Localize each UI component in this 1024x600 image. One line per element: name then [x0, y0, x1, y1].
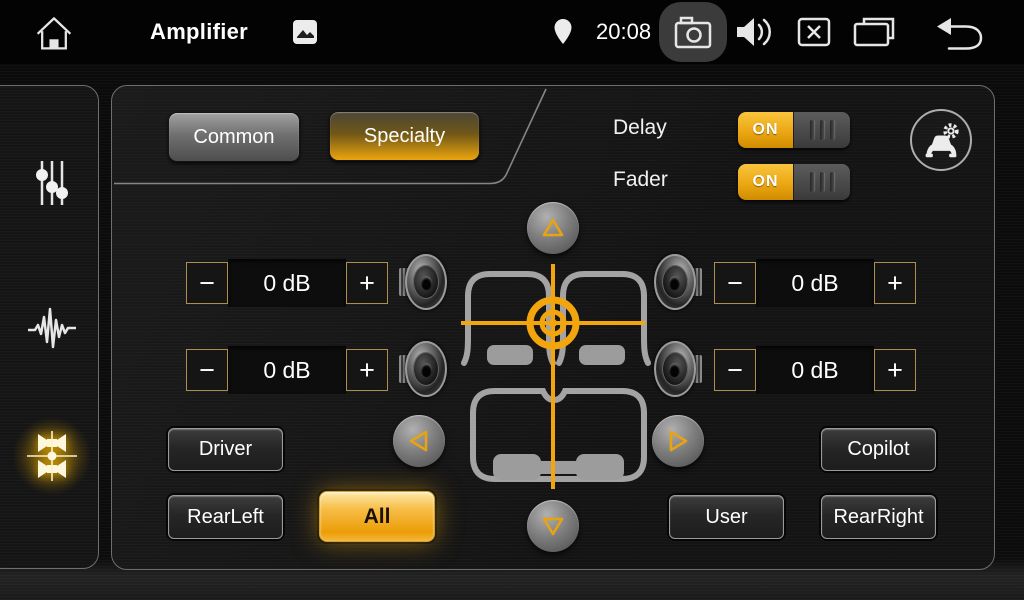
front-left-speaker-icon	[399, 254, 447, 310]
gain-front-right-minus-button[interactable]: −	[714, 262, 756, 304]
delay-toggle[interactable]: ON	[738, 112, 850, 148]
tab-specialty-label: Specialty	[364, 125, 445, 148]
gain-rear-left: − 0 dB +	[186, 346, 388, 394]
arrow-right-icon	[667, 430, 689, 452]
car-settings-button[interactable]	[910, 109, 972, 171]
gain-rear-left-plus-button[interactable]: +	[346, 349, 388, 391]
gain-rear-left-minus-button[interactable]: −	[186, 349, 228, 391]
gain-rear-left-value: 0 dB	[228, 346, 346, 394]
location-pin-icon	[553, 18, 573, 46]
arrow-up-icon	[542, 217, 564, 239]
rear-left-speaker-icon	[399, 341, 447, 397]
gain-front-right-value: 0 dB	[756, 259, 874, 307]
top-status-bar: Amplifier 20:08	[0, 0, 1024, 64]
rear-right-cushion	[576, 454, 624, 480]
tab-specialty[interactable]: Specialty	[329, 111, 480, 161]
fade-front-button[interactable]	[527, 202, 579, 254]
camera-button[interactable]	[659, 2, 727, 62]
fader-toggle[interactable]: ON	[738, 164, 850, 200]
gain-rear-right: − 0 dB +	[714, 346, 916, 394]
arrow-down-icon	[542, 515, 564, 537]
sidebar-item-equalizer[interactable]	[26, 155, 78, 211]
gain-front-left-value: 0 dB	[228, 259, 346, 307]
arrow-left-icon	[408, 430, 430, 452]
balance-left-button[interactable]	[393, 415, 445, 467]
delay-toggle-on-label: ON	[738, 112, 793, 148]
preset-driver-button[interactable]: Driver	[168, 428, 283, 471]
gallery-button[interactable]	[292, 20, 318, 44]
sidebar-item-balance-fader[interactable]	[26, 428, 78, 484]
location-button[interactable]	[552, 17, 574, 47]
tab-common[interactable]: Common	[168, 112, 300, 162]
preset-rearright-label: RearRight	[833, 506, 923, 529]
delay-label: Delay	[613, 116, 703, 140]
preset-user-label: User	[705, 506, 747, 529]
tab-common-label: Common	[193, 126, 274, 149]
amplifier-screen: Amplifier 20:08	[0, 0, 1024, 600]
rear-left-cushion	[493, 454, 541, 480]
preset-driver-label: Driver	[199, 438, 252, 461]
fader-label: Fader	[613, 168, 703, 192]
volume-button[interactable]	[733, 16, 775, 48]
car-seat-map	[441, 251, 671, 501]
balance-icon	[26, 430, 78, 482]
preset-rearleft-label: RearLeft	[187, 506, 264, 529]
balance-right-button[interactable]	[652, 415, 704, 467]
audio-sidebar	[0, 85, 99, 569]
toggle-grip	[793, 164, 850, 200]
equalizer-icon	[33, 159, 71, 207]
rear-center-cushion	[537, 461, 580, 474]
preset-rearright-button[interactable]: RearRight	[821, 495, 936, 539]
gain-front-left-minus-button[interactable]: −	[186, 262, 228, 304]
preset-user-button[interactable]: User	[669, 495, 784, 539]
gain-front-left-plus-button[interactable]: +	[346, 262, 388, 304]
gain-front-right: − 0 dB +	[714, 259, 916, 307]
sidebar-item-sound-effects[interactable]	[26, 300, 78, 356]
fade-rear-button[interactable]	[527, 500, 579, 552]
recent-apps-icon	[852, 16, 896, 48]
preset-all-label: All	[364, 505, 391, 529]
gain-front-left: − 0 dB +	[186, 259, 388, 307]
camera-icon	[673, 14, 713, 50]
fader-toggle-on-label: ON	[738, 164, 793, 200]
recent-apps-button[interactable]	[851, 15, 897, 49]
toggle-grip	[793, 112, 850, 148]
back-icon	[934, 15, 984, 51]
front-left-seat-cushion	[487, 345, 533, 365]
gallery-icon	[293, 20, 317, 44]
gain-rear-right-plus-button[interactable]: +	[874, 349, 916, 391]
waveform-icon	[27, 305, 77, 351]
volume-icon	[735, 16, 773, 48]
clock: 20:08	[596, 0, 651, 64]
gain-front-right-plus-button[interactable]: +	[874, 262, 916, 304]
preset-copilot-label: Copilot	[847, 438, 909, 461]
gain-rear-right-value: 0 dB	[756, 346, 874, 394]
preset-rearleft-button[interactable]: RearLeft	[168, 495, 283, 539]
car-settings-icon	[921, 121, 961, 159]
close-window-button[interactable]	[796, 16, 832, 48]
close-window-icon	[797, 17, 831, 47]
home-button[interactable]	[28, 12, 80, 52]
page-title: Amplifier	[150, 0, 248, 64]
preset-all-button[interactable]: All	[319, 491, 435, 542]
preset-copilot-button[interactable]: Copilot	[821, 428, 936, 471]
balance-fader-panel: Common Specialty Delay ON Fader ON	[111, 85, 995, 570]
front-right-seat-cushion	[579, 345, 625, 365]
gain-rear-right-minus-button[interactable]: −	[714, 349, 756, 391]
back-button[interactable]	[932, 14, 986, 52]
home-icon	[31, 12, 77, 52]
